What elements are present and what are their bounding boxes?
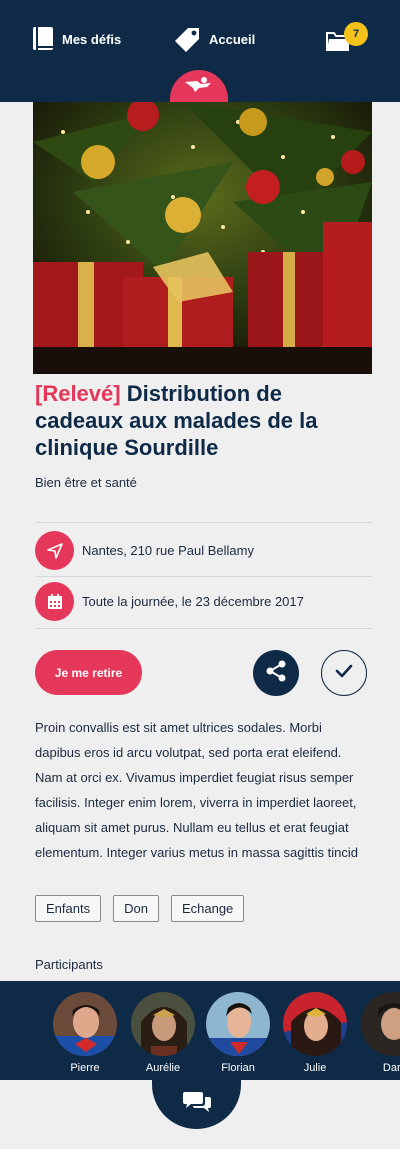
event-image <box>33 102 372 374</box>
nav-accueil-label: Accueil <box>209 32 256 47</box>
notification-badge: 7 <box>344 22 368 46</box>
participant-name: Julie <box>303 1062 327 1074</box>
tag-chip[interactable]: Enfants <box>35 895 102 922</box>
participant-item[interactable]: Pierre <box>50 991 120 1074</box>
location-text: Nantes, 210 rue Paul Bellamy <box>82 543 254 558</box>
tag-list: Enfants Don Echange <box>35 895 245 922</box>
book-icon <box>32 26 54 52</box>
participant-item[interactable]: Dari <box>358 991 400 1074</box>
hero-tab[interactable] <box>170 70 228 102</box>
participant-name: Dari <box>382 1062 400 1074</box>
event-description: Proin convallis est sit amet ultrices so… <box>35 720 358 860</box>
event-status-tag: [Relevé] <box>35 381 121 406</box>
avatar <box>52 991 118 1057</box>
date-row: Toute la journée, le 23 décembre 2017 <box>35 582 304 621</box>
withdraw-button[interactable]: Je me retire <box>35 650 142 695</box>
participant-name: Pierre <box>70 1062 100 1074</box>
nav-accueil[interactable]: Accueil <box>174 26 255 53</box>
avatar <box>282 991 348 1057</box>
superhero-icon <box>183 74 215 99</box>
event-category: Bien être et santé <box>35 475 137 490</box>
chat-bubbles-icon <box>182 1089 212 1120</box>
calendar-icon <box>35 582 74 621</box>
participant-name: Aurélie <box>145 1062 181 1074</box>
avatar <box>130 991 196 1057</box>
navigation-arrow-icon <box>35 531 74 570</box>
nav-folder[interactable]: 7 <box>326 22 368 52</box>
participant-item[interactable]: Julie <box>280 991 350 1074</box>
nav-mes-defis[interactable]: Mes défis <box>32 26 121 52</box>
participant-item[interactable]: Florian <box>203 991 273 1074</box>
top-navigation-bar: Mes défis Accueil 7 <box>0 0 400 102</box>
divider <box>35 628 372 629</box>
participant-name: Florian <box>221 1062 255 1074</box>
validate-button[interactable] <box>321 650 367 696</box>
tag-icon <box>174 26 201 53</box>
share-icon <box>264 659 288 688</box>
date-text: Toute la journée, le 23 décembre 2017 <box>82 594 304 609</box>
avatar <box>360 991 400 1057</box>
participant-item[interactable]: Aurélie <box>128 991 198 1074</box>
participants-heading: Participants <box>35 957 103 972</box>
share-button[interactable] <box>253 650 299 696</box>
checkmark-icon <box>335 664 353 683</box>
chat-button[interactable] <box>152 1080 241 1129</box>
nav-mes-defis-label: Mes défis <box>62 31 122 47</box>
divider <box>35 522 372 523</box>
tag-chip[interactable]: Don <box>113 895 159 922</box>
participants-carousel[interactable]: Pierre Aurélie Florian Julie Dar <box>0 981 400 1080</box>
avatar <box>205 991 271 1057</box>
location-row: Nantes, 210 rue Paul Bellamy <box>35 531 254 570</box>
event-title: [Relevé] Distribution de cadeaux aux mal… <box>35 380 365 461</box>
tag-chip[interactable]: Echange <box>170 895 245 922</box>
divider <box>35 576 372 577</box>
